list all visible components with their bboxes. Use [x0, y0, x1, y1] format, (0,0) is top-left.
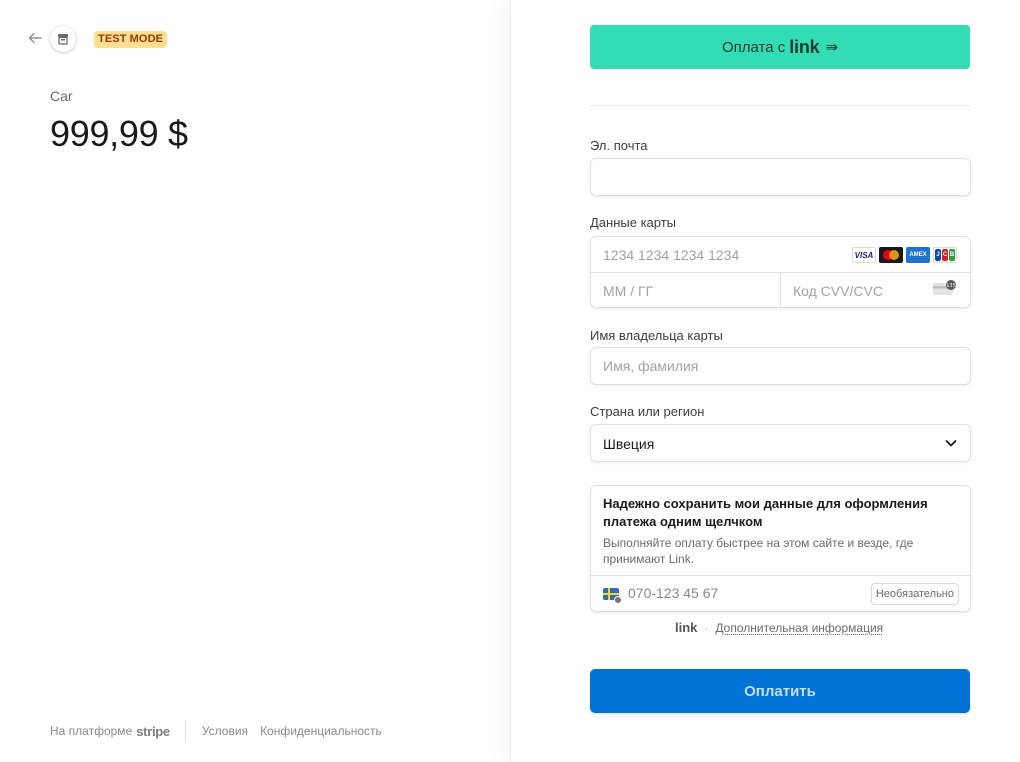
divider [590, 105, 970, 106]
pay-with-link-label: Оплата с [721, 38, 786, 56]
card-number-input[interactable]: 1234 1234 1234 1234 [603, 247, 739, 263]
country-value: Швеция [603, 436, 655, 452]
cvc-input[interactable]: Код CVV/CVC [793, 283, 883, 299]
payment-panel: Оплата с link ⇛ Эл. почта Данные карты 1… [510, 0, 1020, 762]
email-label: Эл. почта [590, 138, 648, 153]
link-save-box: Надежно сохранить мои данные для оформле… [590, 485, 971, 612]
link-logo-small: link [675, 620, 698, 635]
card-divider-vertical [780, 272, 781, 307]
cardholder-label: Имя владельца карты [590, 328, 723, 343]
back-arrow-icon[interactable] [28, 31, 44, 47]
card-details-group: 1234 1234 1234 1234 VISA AMEX JCB ММ / Г… [590, 236, 971, 308]
test-mode-badge: TEST MODE [94, 31, 168, 48]
country-select[interactable]: Швеция [590, 424, 971, 462]
expiry-input[interactable]: ММ / ГГ [603, 283, 653, 299]
save-info-description: Выполняйте оплату быстрее на этом сайте … [603, 536, 914, 566]
email-field[interactable] [590, 158, 971, 196]
pay-button[interactable]: Оплатить [590, 669, 970, 713]
link-logo: link [789, 36, 820, 57]
jcb-icon: JCB [933, 247, 957, 263]
optional-badge: Необязательно [870, 583, 959, 605]
phone-input[interactable]: 070-123 45 67 [628, 585, 718, 601]
cardholder-field[interactable]: Имя, фамилия [590, 347, 971, 385]
link-info-row: link · Дополнительная информация [675, 620, 883, 635]
privacy-link[interactable]: Конфиденциальность [260, 724, 382, 738]
pay-with-link-button[interactable]: Оплата с link ⇛ [590, 25, 970, 69]
link-arrow-icon: ⇛ [825, 39, 839, 56]
amex-icon: AMEX [906, 247, 930, 263]
cardholder-placeholder: Имя, фамилия [603, 358, 699, 374]
country-label: Страна или регион [590, 404, 705, 419]
card-details-label: Данные карты [590, 215, 677, 230]
order-summary-panel: TEST MODE Car 999,99 $ На платформе stri… [0, 0, 510, 762]
save-info-title: Надежно сохранить мои данные для оформле… [603, 496, 928, 529]
more-info-link[interactable]: Дополнительная информация [715, 621, 883, 635]
card-brands: VISA AMEX JCB [852, 247, 957, 263]
powered-by-text: На платформе [50, 724, 133, 738]
chevron-down-icon [944, 436, 958, 450]
terms-link[interactable]: Условия [202, 724, 248, 738]
svg-text:135: 135 [946, 283, 956, 289]
footer-divider [184, 720, 186, 742]
flag-selector-dot [614, 596, 622, 604]
link-info-separator: · [704, 620, 709, 635]
footer: На платформе stripe Условия Конфиденциал… [50, 720, 394, 742]
stripe-logo[interactable]: stripe [136, 724, 170, 739]
product-price: 999,99 $ [50, 113, 188, 154]
mastercard-icon [879, 247, 903, 263]
cvc-card-icon: 135 [933, 280, 957, 296]
store-icon[interactable] [50, 26, 76, 52]
visa-icon: VISA [852, 247, 876, 263]
save-box-divider [591, 575, 970, 576]
product-name: Car [50, 88, 73, 104]
